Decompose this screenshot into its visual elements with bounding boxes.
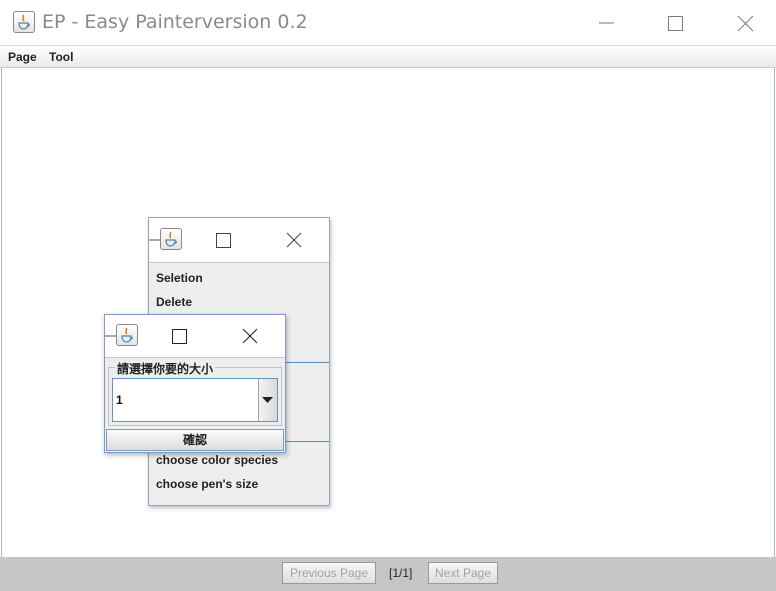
close-icon[interactable] xyxy=(279,226,309,254)
window-title: EP - Easy Painterversion 0.2 xyxy=(42,11,308,33)
maximize-icon[interactable] xyxy=(652,0,698,46)
menu-tool[interactable]: Tool xyxy=(49,50,73,64)
tool-window-title-bar xyxy=(149,218,329,263)
pen-size-dialog: 請選擇你要的大小 1 確認 xyxy=(104,314,286,453)
minimize-icon[interactable] xyxy=(583,0,629,46)
divider xyxy=(285,362,329,363)
divider xyxy=(285,441,329,442)
tool-item-selection[interactable]: Seletion xyxy=(156,271,203,285)
pen-size-select[interactable]: 1 xyxy=(112,378,278,422)
title-bar: EP - Easy Painterversion 0.2 xyxy=(0,0,776,46)
menu-page[interactable]: Page xyxy=(8,50,37,64)
page-navigation-bar: Previous Page [1/1] Next Page xyxy=(0,557,776,591)
next-page-button[interactable]: Next Page xyxy=(428,562,498,584)
close-icon[interactable] xyxy=(235,322,265,350)
java-cup-icon xyxy=(160,228,182,250)
drawing-canvas[interactable] xyxy=(1,68,775,557)
tool-item-delete[interactable]: Delete xyxy=(156,295,192,309)
size-group-label: 請選擇你要的大小 xyxy=(115,360,216,377)
size-dialog-title-bar xyxy=(105,315,285,358)
size-group-box: 請選擇你要的大小 1 xyxy=(108,360,282,426)
close-icon[interactable] xyxy=(722,0,768,46)
tool-item-choose-pen-size[interactable]: choose pen's size xyxy=(156,477,258,491)
java-cup-icon xyxy=(13,11,35,33)
confirm-button[interactable]: 確認 xyxy=(106,429,284,451)
java-cup-icon xyxy=(116,324,138,346)
menu-bar: Page Tool xyxy=(0,46,776,68)
tool-item-choose-color[interactable]: choose color species xyxy=(156,453,278,467)
page-indicator: [1/1] xyxy=(389,566,413,580)
previous-page-button[interactable]: Previous Page xyxy=(282,562,376,584)
maximize-icon[interactable] xyxy=(209,226,239,254)
dropdown-button[interactable] xyxy=(258,379,277,421)
chevron-down-icon xyxy=(262,397,273,403)
maximize-icon[interactable] xyxy=(165,322,195,350)
pen-size-value: 1 xyxy=(116,393,123,407)
